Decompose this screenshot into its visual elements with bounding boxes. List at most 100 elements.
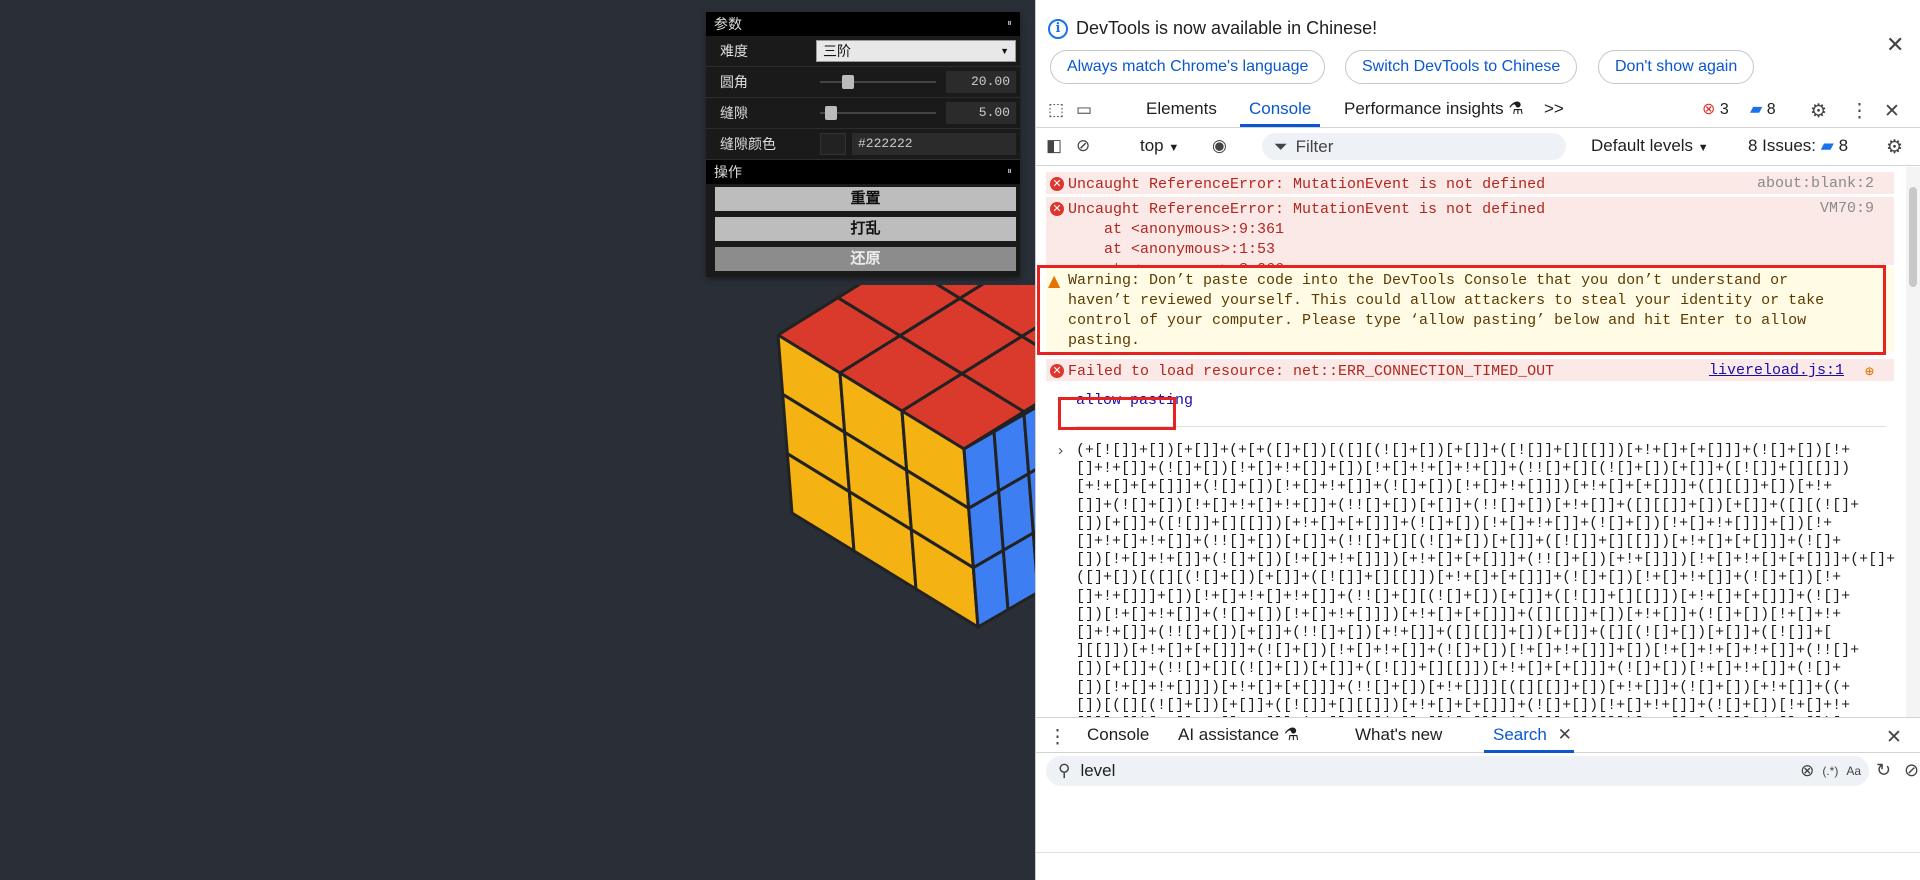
console-messages[interactable]: ✕ Uncaught ReferenceError: MutationEvent… [1036, 167, 1906, 717]
tab-console[interactable]: Console [1249, 99, 1311, 119]
dropdown-arrow-icon: ▼ [1697, 142, 1709, 154]
issues-button[interactable]: 8 Issues: ▰ 8 [1748, 136, 1848, 156]
expand-chevron-icon[interactable]: › [1056, 443, 1065, 460]
error-source-link[interactable]: livereload.js:1 [1709, 362, 1844, 379]
console-error-entry[interactable]: ✕ Uncaught ReferenceError: MutationEvent… [1046, 197, 1894, 278]
corner-slider[interactable] [816, 74, 936, 90]
case-sensitive-toggle[interactable]: Aa [1846, 764, 1861, 778]
drawer-tab-console[interactable]: Console [1087, 725, 1149, 745]
gap-slider-knob[interactable] [825, 106, 838, 120]
console-error-entry[interactable]: ✕ Uncaught ReferenceError: MutationEvent… [1046, 172, 1894, 194]
error-icon: ⊗ [1702, 101, 1716, 118]
gap-color-label: 缝隙颜色 [720, 136, 776, 152]
refresh-search-icon[interactable]: ↻ [1876, 760, 1891, 781]
close-devtools-icon[interactable]: ✕ [1884, 100, 1900, 123]
drawer-tab-search-label: Search [1493, 725, 1547, 744]
log-levels-dropdown[interactable]: Default levels ▼ [1591, 136, 1709, 156]
drawer-tab-search[interactable]: Search ✕ [1493, 725, 1572, 745]
drawer-tab-whats-new[interactable]: What's new [1355, 725, 1442, 745]
device-toolbar-icon[interactable]: ▭ [1076, 100, 1092, 120]
dropdown-arrow-icon: ▼ [1168, 142, 1180, 154]
more-tabs-button[interactable]: >> [1544, 99, 1564, 119]
difficulty-select[interactable]: 三阶 ▼ [816, 40, 1016, 62]
infobar-message: DevTools is now available in Chinese! [1076, 18, 1378, 38]
input-echo-entry: allow pasting [1076, 380, 1886, 427]
difficulty-row: 难度 三阶 ▼ [706, 36, 1020, 67]
drawer-tab-ai-assistance[interactable]: AI assistance ⚗ [1178, 725, 1299, 745]
error-icon: ✕ [1050, 202, 1064, 216]
network-request-icon[interactable]: ⊕ [1865, 362, 1874, 381]
search-results-divider [1036, 852, 1920, 853]
clear-results-icon[interactable]: ⊘ [1904, 760, 1919, 781]
live-expression-eye-icon[interactable]: ◉ [1212, 136, 1227, 156]
match-language-button[interactable]: Always match Chrome's language [1050, 50, 1326, 84]
error-source-link[interactable]: VM70:9 [1820, 200, 1874, 217]
tab-elements[interactable]: Elements [1146, 99, 1217, 119]
collapse-icon[interactable]: ⏸ [1007, 160, 1012, 184]
gap-number-input[interactable]: 5.00 [946, 102, 1016, 124]
console-scrollbar[interactable] [1906, 167, 1920, 717]
highlight-box [1058, 397, 1176, 430]
ops-folder-header[interactable]: 操作 ⏸ [706, 160, 1020, 184]
corner-label: 圆角 [720, 74, 748, 90]
filter-funnel-icon: ⏷ [1274, 136, 1288, 156]
drawer-tab-ai-label: AI assistance [1178, 725, 1280, 744]
rubiks-cube[interactable] [760, 285, 1035, 665]
gap-color-swatch[interactable] [820, 133, 846, 155]
filter-input[interactable]: ⏷ Filter [1262, 133, 1566, 160]
gap-color-input[interactable]: #222222 [852, 133, 1016, 155]
info-icon: i [1048, 18, 1068, 39]
switch-to-chinese-button[interactable]: Switch DevTools to Chinese [1345, 50, 1578, 84]
settings-gear-icon[interactable]: ⚙ [1810, 100, 1827, 123]
corner-slider-knob[interactable] [841, 75, 854, 89]
filter-placeholder: Filter [1295, 136, 1334, 156]
error-message: Failed to load resource: net::ERR_CONNEC… [1068, 363, 1555, 380]
corner-row: 圆角 20.00 [706, 67, 1020, 98]
clear-search-icon[interactable]: ⊗ [1800, 761, 1814, 781]
clear-console-icon[interactable]: ⊘ [1076, 136, 1090, 156]
language-infobar: i DevTools is now available in Chinese! … [1036, 0, 1920, 92]
search-icon: ⚲ [1058, 761, 1071, 780]
regex-toggle[interactable]: (.*) [1822, 764, 1838, 778]
context-value: top [1140, 136, 1164, 155]
console-input-code[interactable]: (+[![]]+[])[+[]]+(+[+([]+[])[([][(![]+[]… [1076, 442, 1896, 717]
search-input[interactable]: ⚲ level ⊗ (.*) Aa [1046, 756, 1869, 786]
close-drawer-icon[interactable]: ✕ [1886, 726, 1902, 749]
gap-slider[interactable] [816, 105, 936, 121]
corner-number-input[interactable]: 20.00 [946, 71, 1016, 93]
error-source-link[interactable]: about:blank:2 [1757, 175, 1874, 192]
difficulty-value: 三阶 [823, 43, 851, 59]
message-counter[interactable]: ▰ 8 [1750, 99, 1776, 119]
reset-button[interactable]: 重置 [715, 187, 1016, 211]
console-settings-gear-icon[interactable]: ⚙ [1886, 136, 1903, 159]
error-counter[interactable]: ⊗ 3 [1702, 99, 1729, 119]
message-icon: ▰ [1750, 101, 1763, 118]
difficulty-label: 难度 [720, 43, 748, 59]
collapse-icon[interactable]: ⏸ [1007, 12, 1012, 36]
ops-folder-title: 操作 [714, 164, 742, 180]
error-count: 3 [1719, 101, 1729, 118]
issues-count: 8 [1838, 136, 1849, 155]
inspect-element-icon[interactable]: ⬚ [1048, 100, 1064, 120]
app-viewport[interactable]: 参数 ⏸ 难度 三阶 ▼ 圆角 20.00 缝隙 5.00 缝隙颜色 #2222… [0, 0, 1035, 880]
shuffle-button[interactable]: 打乱 [715, 217, 1016, 241]
close-tab-icon[interactable]: ✕ [1558, 725, 1572, 744]
restore-button[interactable]: 还原 [715, 247, 1016, 271]
params-folder-title: 参数 [714, 16, 742, 32]
tab-performance-insights[interactable]: Performance insights ⚗ [1344, 99, 1524, 119]
error-icon: ✕ [1050, 364, 1064, 378]
corner-slider-track [820, 81, 936, 83]
sidebar-toggle-icon[interactable]: ◧ [1046, 136, 1062, 156]
scrollbar-thumb[interactable] [1909, 187, 1917, 287]
flask-icon: ⚗ [1283, 725, 1300, 744]
devtools-main-tabbar: ⬚ ▭ Elements Console Performance insight… [1036, 92, 1920, 128]
params-folder-header[interactable]: 参数 ⏸ [706, 12, 1020, 36]
console-toolbar: ◧ ⊘ top ▼ ◉ ⏷ Filter Default levels ▼ 8 … [1036, 128, 1920, 166]
log-levels-value: Default levels [1591, 136, 1694, 155]
dont-show-again-button[interactable]: Don't show again [1598, 50, 1755, 84]
close-infobar-icon[interactable]: ✕ [1886, 32, 1904, 58]
drawer-menu-icon[interactable]: ⋮ [1048, 726, 1067, 749]
context-selector[interactable]: top ▼ [1140, 136, 1179, 156]
kebab-menu-icon[interactable]: ⋮ [1850, 100, 1869, 123]
console-error-entry[interactable]: ✕ Failed to load resource: net::ERR_CONN… [1046, 359, 1894, 381]
